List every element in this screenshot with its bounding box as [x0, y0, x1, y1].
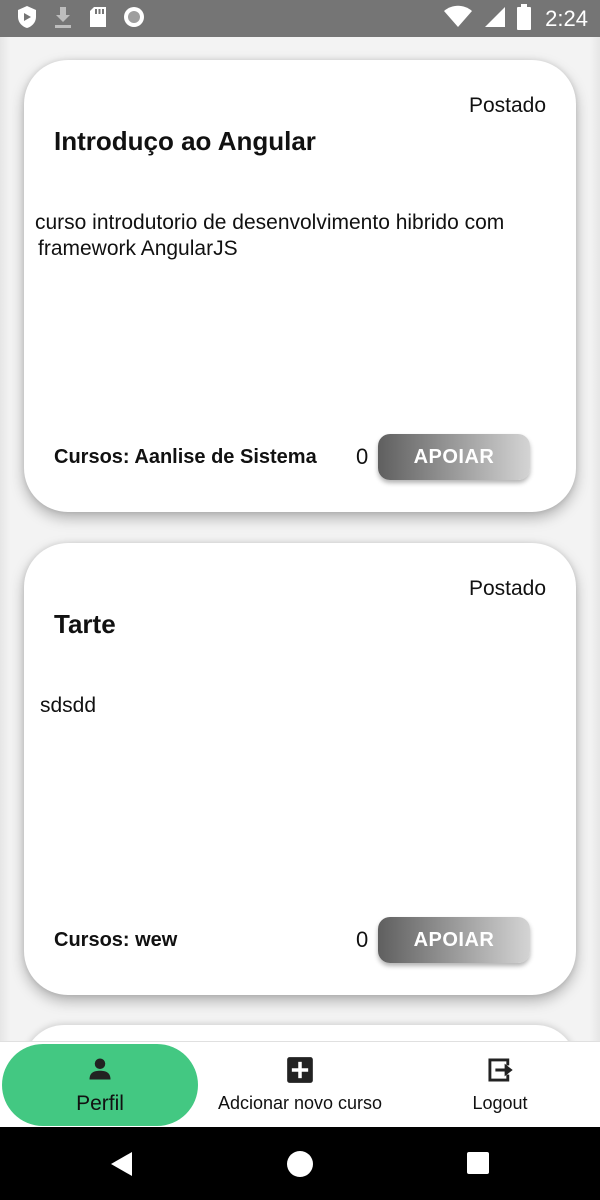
status-time: 2:24: [545, 6, 588, 31]
card-course-label: Cursos: wew: [54, 929, 178, 951]
signal-icon: [483, 5, 507, 34]
card-course-label: Cursos: Aanlise de Sistema: [54, 446, 317, 468]
sd-card-icon: [88, 5, 108, 34]
logout-icon: [485, 1056, 515, 1089]
nav-add-course[interactable]: Adcionar novo curso: [200, 1042, 400, 1128]
apoiar-button[interactable]: APOIAR: [378, 917, 530, 963]
back-icon[interactable]: [110, 1151, 134, 1182]
status-bar-left-icons: [16, 5, 146, 34]
bottom-navigation: Perfil Adcionar novo curso Logout: [0, 1041, 600, 1127]
card-title: Tarte: [54, 609, 116, 639]
wifi-icon: [443, 5, 473, 34]
system-navigation-bar: [0, 1127, 600, 1200]
battery-icon: [517, 3, 532, 35]
person-icon: [86, 1055, 114, 1088]
apoiar-button[interactable]: APOIAR: [378, 434, 530, 480]
status-bar: 2:24: [0, 0, 600, 37]
nav-logout[interactable]: Logout: [400, 1042, 600, 1128]
course-card-partial: [24, 1025, 576, 1041]
recent-apps-icon[interactable]: [467, 1152, 489, 1174]
home-icon[interactable]: [287, 1151, 313, 1177]
card-description: curso introdutorio de desenvolvimento hi…: [35, 211, 505, 260]
card-status: Postado: [468, 94, 546, 117]
nav-perfil-label: Perfil: [76, 1091, 124, 1115]
nav-add-course-label: Adcionar novo curso: [217, 1093, 383, 1113]
nav-logout-label: Logout: [472, 1093, 528, 1113]
card-description: sdsdd: [40, 694, 97, 717]
download-icon: [52, 5, 74, 34]
status-bar-right-icons: 2:24: [443, 3, 588, 35]
course-feed[interactable]: Postado Introduço ao Angular curso intro…: [0, 37, 600, 1041]
course-card: Postado Tarte sdsdd Cursos: wew 0 APOIAR: [24, 543, 576, 995]
nav-perfil[interactable]: Perfil: [2, 1044, 198, 1126]
card-title: Introduço ao Angular: [54, 126, 316, 156]
course-card: Postado Introduço ao Angular curso intro…: [24, 60, 576, 512]
card-support-count: 0: [356, 444, 369, 469]
play-protect-icon: [16, 5, 38, 34]
add-box-icon: [286, 1056, 314, 1089]
circle-icon: [122, 5, 146, 34]
card-status: Postado: [468, 577, 546, 600]
card-support-count: 0: [356, 927, 369, 952]
